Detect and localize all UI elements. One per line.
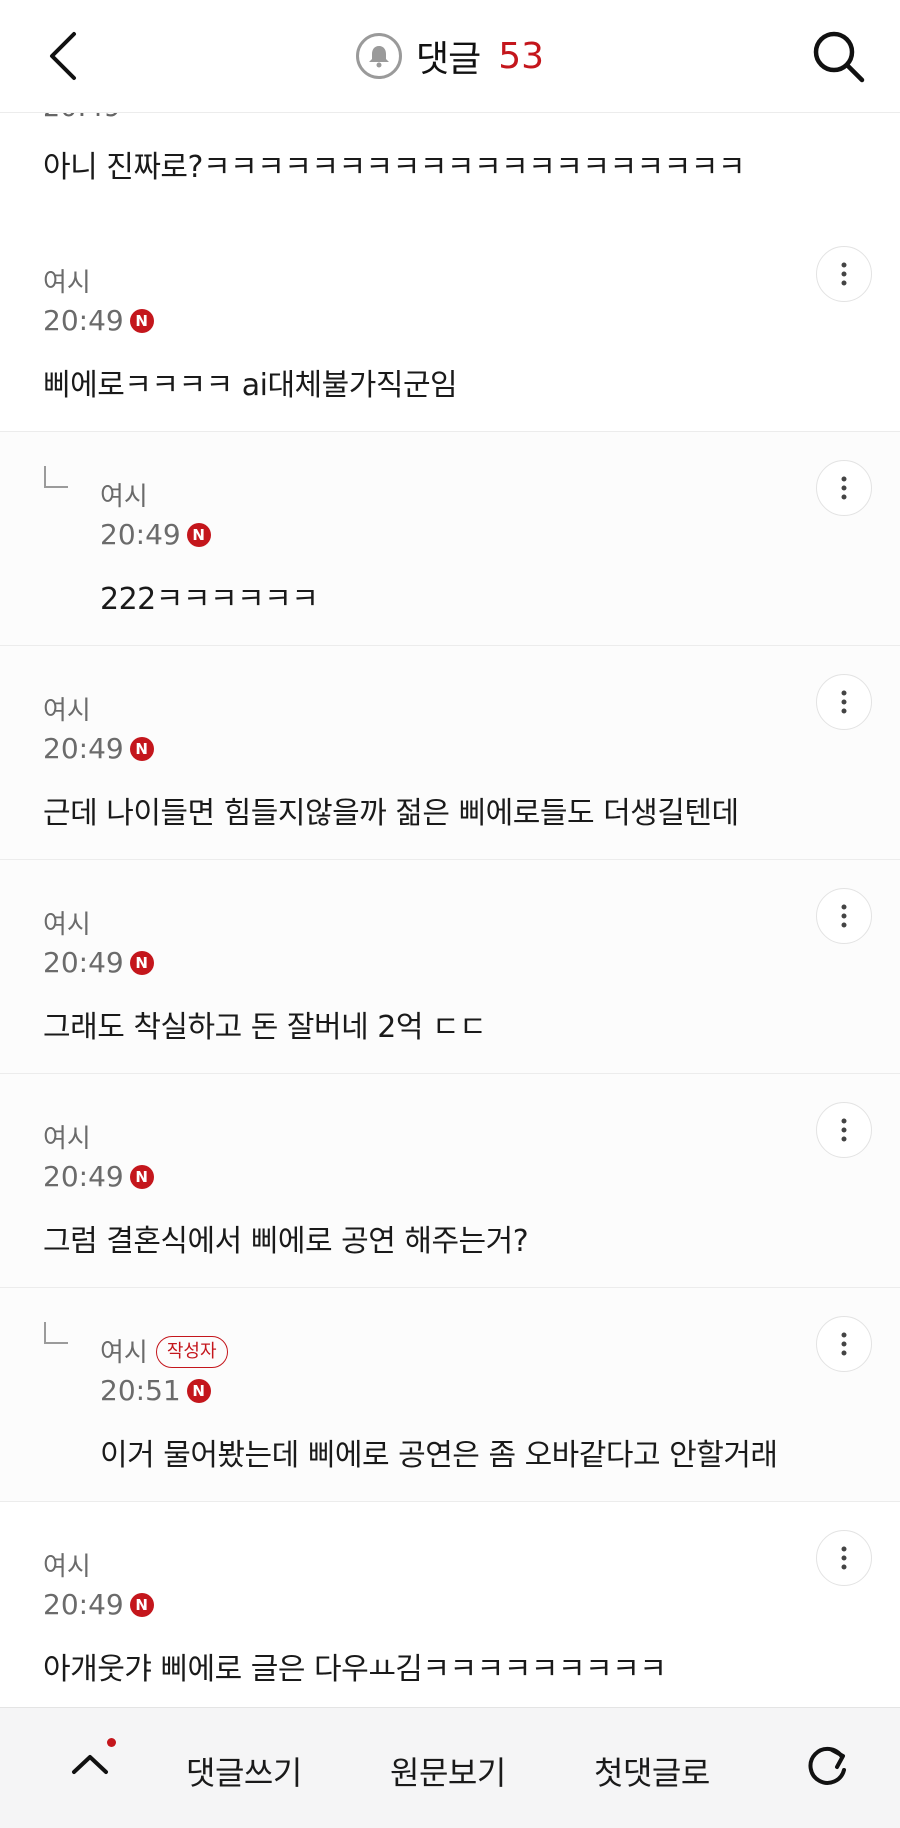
comment-meta: 20:49 N: [43, 304, 154, 337]
new-badge: N: [129, 736, 154, 761]
comment-text: 아니 진짜로?ㅋㅋㅋㅋㅋㅋㅋㅋㅋㅋㅋㅋㅋㅋㅋㅋㅋㅋㅋㅋ: [43, 150, 745, 185]
comment-item: 여시 20:49 N 그럼 결혼식에서 삐에로 공연 해주는거?: [0, 1074, 900, 1288]
view-original-button[interactable]: 원문보기: [390, 1748, 506, 1794]
comment-meta: 20:49 N: [100, 518, 211, 551]
new-badge: N: [186, 522, 211, 547]
comment-text: 그럼 결혼식에서 삐에로 공연 해주는거?: [43, 1224, 529, 1259]
search-icon: [813, 31, 865, 83]
comment-text: 삐에로ㅋㅋㅋㅋ ai대체불가직군임: [43, 368, 458, 403]
comment-author: 여시: [100, 1338, 148, 1368]
more-vertical-icon: [841, 1118, 847, 1142]
reply-arrow-icon: [44, 1322, 68, 1344]
comment-time: 20:49: [43, 946, 124, 979]
comment-author: 여시: [43, 910, 91, 940]
more-vertical-icon: [841, 690, 847, 714]
comment-item: 여시 20:49 N 근데 나이들면 힘들지않을까 젊은 삐에로들도 더생길텐데: [0, 646, 900, 860]
scroll-top-button[interactable]: [68, 1742, 112, 1786]
comment-time: 20:49: [100, 518, 181, 551]
more-vertical-icon: [841, 262, 847, 286]
more-vertical-icon: [841, 904, 847, 928]
comments-screen: 20:49 아니 진짜로?ㅋㅋㅋㅋㅋㅋㅋㅋㅋㅋㅋㅋㅋㅋㅋㅋㅋㅋㅋㅋ 댓글 53: [0, 0, 900, 1828]
page-title: 댓글: [415, 39, 481, 80]
refresh-button[interactable]: [802, 1740, 852, 1790]
notification-dot: [107, 1738, 116, 1747]
more-vertical-icon: [841, 1546, 847, 1570]
comment-meta: 20:49 N: [43, 946, 154, 979]
comment-count: 53: [498, 35, 545, 77]
more-options-button[interactable]: [816, 1102, 872, 1158]
comment-text: 아개웃갸 삐에로 글은 다우ㅛ김ㅋㅋㅋㅋㅋㅋㅋㅋㅋ: [43, 1652, 667, 1687]
comment-meta: 20:51 N: [100, 1374, 211, 1407]
refresh-icon: [808, 1746, 846, 1785]
search-button[interactable]: [806, 24, 870, 88]
more-vertical-icon: [841, 476, 847, 500]
comment-meta: 20:49 N: [43, 1160, 154, 1193]
more-options-button[interactable]: [816, 246, 872, 302]
more-options-button[interactable]: [816, 1530, 872, 1586]
more-options-button[interactable]: [816, 674, 872, 730]
first-comment-button[interactable]: 첫댓글로: [594, 1748, 710, 1794]
reply-item: 여시 작성자 20:51 N 이거 물어봤는데 삐에로 공연은 좀 오바같다고 안…: [0, 1288, 900, 1502]
comment-item: 여시 20:49 N 삐에로ㅋㅋㅋㅋ ai대체불가직군임: [0, 218, 900, 432]
comment-time: 20:49: [43, 1588, 124, 1621]
writer-badge: 작성자: [155, 1335, 228, 1368]
reply-arrow-icon: [44, 466, 68, 488]
new-badge: N: [186, 1378, 211, 1403]
new-badge: N: [129, 308, 154, 333]
comment-text: 근데 나이들면 힘들지않을까 젊은 삐에로들도 더생길텐데: [43, 796, 739, 831]
bottom-action-bar: 댓글쓰기 원문보기 첫댓글로: [0, 1707, 900, 1828]
comment-text: 이거 물어봤는데 삐에로 공연은 좀 오바같다고 안할거래: [100, 1438, 778, 1473]
comment-author: 여시: [43, 268, 91, 298]
more-options-button[interactable]: [816, 888, 872, 944]
new-badge: N: [129, 1164, 154, 1189]
comment-author: 여시: [43, 1124, 91, 1154]
reply-item: 여시 20:49 N 222ㅋㅋㅋㅋㅋㅋ: [0, 432, 900, 646]
comment-time: 20:49: [43, 304, 124, 337]
comment-author: 여시: [100, 482, 148, 512]
comment-text: 222ㅋㅋㅋㅋㅋㅋ: [100, 582, 319, 617]
comment-item: 여시 20:49 N 아개웃갸 삐에로 글은 다우ㅛ김ㅋㅋㅋㅋㅋㅋㅋㅋㅋ: [0, 1502, 900, 1716]
more-vertical-icon: [841, 1332, 847, 1356]
more-options-button[interactable]: [816, 1316, 872, 1372]
top-bar: 댓글 53: [0, 0, 900, 113]
chevron-up-icon: [72, 1755, 108, 1774]
comment-text: 그래도 착실하고 돈 잘버네 2억 ㄷㄷ: [43, 1010, 487, 1045]
comment-time: 20:49: [43, 732, 124, 765]
comment-author-line: 여시 작성자: [100, 1332, 228, 1370]
write-comment-button[interactable]: 댓글쓰기: [186, 1748, 302, 1794]
comment-meta: 20:49 N: [43, 1588, 154, 1621]
new-badge: N: [129, 1592, 154, 1617]
comment-item: 여시 20:49 N 그래도 착실하고 돈 잘버네 2억 ㄷㄷ: [0, 860, 900, 1074]
header-title-group: 댓글 53: [0, 28, 900, 84]
comment-author: 여시: [43, 1552, 91, 1582]
more-options-button[interactable]: [816, 460, 872, 516]
bell-icon[interactable]: [355, 33, 402, 79]
new-badge: N: [129, 950, 154, 975]
comment-meta: 20:49 N: [43, 732, 154, 765]
comment-time: 20:51: [100, 1374, 181, 1407]
comment-time: 20:49: [43, 1160, 124, 1193]
comment-author: 여시: [43, 696, 91, 726]
